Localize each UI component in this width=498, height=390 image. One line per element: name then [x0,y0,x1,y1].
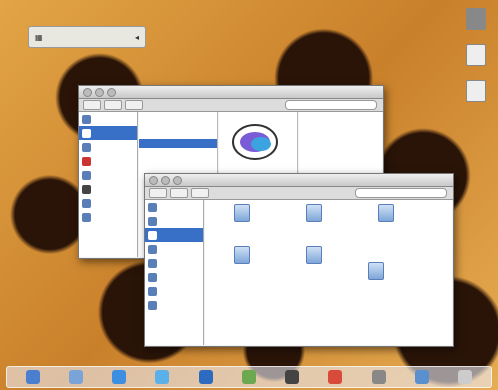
widget-right-icon: ◂ [134,32,139,42]
mail-icon[interactable] [68,370,83,384]
sidebar-item[interactable] [79,210,137,224]
widget-left-icon: ▦ [35,32,43,42]
list-item[interactable] [139,148,217,157]
sidebar-item[interactable] [145,242,203,256]
folder-icon [82,198,91,208]
hard-drive-icon [466,8,486,30]
desktop-hard-drive[interactable] [456,8,496,32]
list-item[interactable] [139,112,217,121]
desktop-document[interactable] [456,44,496,68]
sidebar-item[interactable] [145,200,203,214]
file-item[interactable] [291,246,337,266]
sidebar-item[interactable] [145,256,203,270]
folder-icon [82,128,91,138]
sidebar-item[interactable] [79,140,137,154]
minimize-button[interactable] [161,176,170,185]
file-icon [378,204,394,222]
folder-icon [148,216,157,226]
view-button[interactable] [104,100,122,110]
file-item[interactable] [363,204,409,224]
back-button[interactable] [149,188,167,198]
folder-icon [82,114,91,124]
file-icon [306,204,322,222]
minimize-button[interactable] [95,88,104,97]
folder-icon [82,142,91,152]
iphoto-icon[interactable] [241,370,256,384]
trash-icon[interactable] [458,370,473,384]
folder-icon [148,202,157,212]
view-button[interactable] [170,188,188,198]
toolbar [79,99,383,112]
file-item[interactable] [219,246,265,266]
file-item[interactable] [219,204,265,224]
folder-icon [148,244,157,254]
folder-icon [148,230,157,240]
ical-icon[interactable] [328,370,343,384]
safari-icon[interactable] [112,370,127,384]
close-button[interactable] [83,88,92,97]
file-item[interactable] [353,262,399,282]
sidebar-item[interactable] [79,154,137,168]
file-area [205,200,452,345]
folder-icon [82,184,91,194]
action-button[interactable] [125,100,143,110]
file-icon [306,246,322,264]
list-item[interactable] [139,130,217,139]
sidebar-item[interactable] [79,126,137,140]
ichat-icon[interactable] [155,370,170,384]
list-item[interactable] [139,121,217,130]
file-icon [234,246,250,264]
list-item[interactable] [139,139,217,148]
document-icon [466,44,486,66]
sidebar-item[interactable] [145,214,203,228]
file-icon [368,262,384,280]
file-icon [234,204,250,222]
menu-widget[interactable]: ▦ ◂ [28,26,146,48]
finder-icon[interactable] [25,370,40,384]
folder-icon [148,272,157,282]
close-button[interactable] [149,176,158,185]
file-item[interactable] [291,204,337,224]
sidebar [145,200,204,345]
back-button[interactable] [83,100,101,110]
finder-window-front[interactable] [144,173,454,347]
chat-preview-icon [232,124,278,160]
itunes-icon[interactable] [198,370,213,384]
toolbar [145,187,453,200]
folder-icon [82,212,91,222]
folder-icon [148,300,157,310]
text-file-icon [466,80,486,102]
imovie-icon[interactable] [285,370,300,384]
sidebar-item[interactable] [145,270,203,284]
folder-icon [148,258,157,268]
titlebar[interactable] [145,174,453,187]
sidebar [79,112,138,257]
search-field[interactable] [285,100,377,110]
desktop: ▦ ◂ [0,0,498,390]
folder-icon[interactable] [415,370,430,384]
sidebar-item[interactable] [145,298,203,312]
preferences-icon[interactable] [371,370,386,384]
titlebar[interactable] [79,86,383,99]
dock [6,366,492,388]
zoom-button[interactable] [173,176,182,185]
sidebar-item[interactable] [79,182,137,196]
folder-icon [148,286,157,296]
sidebar-item[interactable] [79,168,137,182]
desktop-text-file[interactable] [456,80,496,104]
action-button[interactable] [191,188,209,198]
sidebar-item[interactable] [145,284,203,298]
folder-icon [82,170,91,180]
sidebar-item[interactable] [145,228,203,242]
sidebar-item[interactable] [79,112,137,126]
search-field[interactable] [355,188,447,198]
sidebar-item[interactable] [79,196,137,210]
list-item[interactable] [139,157,217,166]
zoom-button[interactable] [107,88,116,97]
folder-icon [82,156,91,166]
